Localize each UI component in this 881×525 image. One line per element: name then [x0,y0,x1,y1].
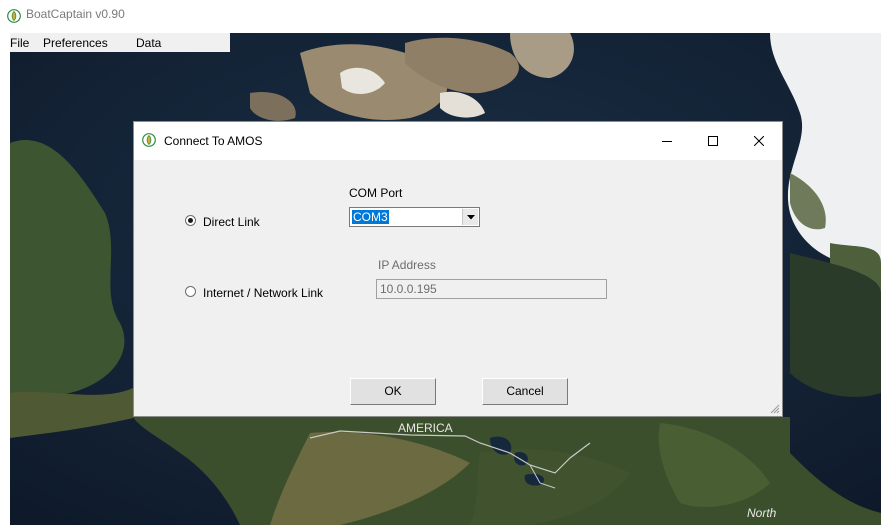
direct-link-radio[interactable] [185,215,196,226]
app-titlebar: BoatCaptain v0.90 [0,0,881,33]
network-link-radio[interactable] [185,286,196,297]
menu-preferences[interactable]: Preferences [43,36,108,50]
cancel-button[interactable]: Cancel [482,378,568,405]
map-label-north: North [747,506,777,520]
dialog-titlebar[interactable]: Connect To AMOS [134,122,782,160]
chevron-down-icon [467,215,475,220]
close-button[interactable] [736,122,782,160]
minimize-button[interactable] [644,122,690,160]
ok-button[interactable]: OK [350,378,436,405]
menu-data[interactable]: Data [136,36,161,50]
com-port-value: COM3 [352,210,389,224]
com-port-select[interactable]: COM3 [349,207,480,227]
close-icon [754,136,764,146]
radio-dot [188,218,193,223]
app-title: BoatCaptain v0.90 [26,7,125,21]
dropdown-button[interactable] [462,209,478,225]
dialog-title: Connect To AMOS [164,134,263,148]
network-link-label[interactable]: Internet / Network Link [203,286,323,300]
ip-address-input[interactable] [376,279,607,299]
ip-address-label: IP Address [378,258,436,272]
maximize-button[interactable] [690,122,736,160]
menu-bar: File Preferences Data [10,33,230,52]
direct-link-label[interactable]: Direct Link [203,215,260,229]
maximize-icon [708,136,718,146]
connect-dialog: Connect To AMOS COM Port COM3 Direct Lin… [133,121,783,417]
com-port-label: COM Port [349,186,403,200]
minimize-icon [662,141,672,142]
app-logo-icon [7,9,21,23]
menu-file[interactable]: File [10,36,29,50]
map-label-america: AMERICA [398,421,453,435]
resize-grip-icon[interactable] [768,402,780,414]
app-logo-icon [142,133,156,147]
